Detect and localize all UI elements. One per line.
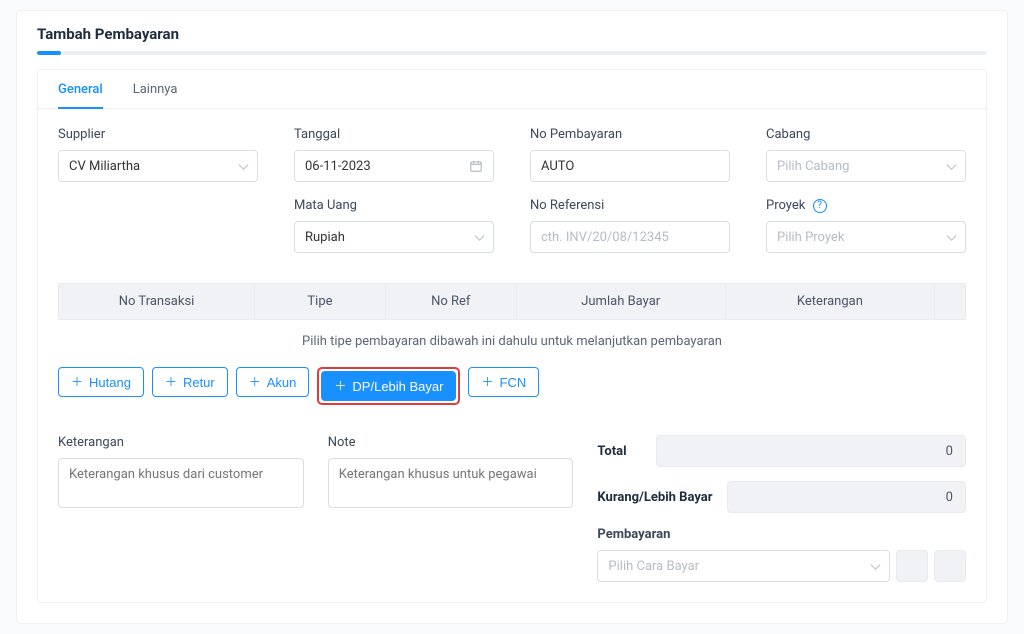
plus-icon: ＋ — [165, 376, 177, 388]
label-note: Note — [328, 435, 574, 450]
plus-icon: ＋ — [334, 380, 346, 392]
page-title: Tambah Pembayaran — [37, 25, 987, 43]
help-icon[interactable]: ? — [813, 199, 827, 213]
table-header: No Transaksi Tipe No Ref Jumlah Bayar Ke… — [58, 283, 966, 320]
label-supplier: Supplier — [58, 127, 258, 142]
label-tanggal: Tanggal — [294, 127, 494, 142]
proyek-select[interactable]: Pilih Proyek — [766, 221, 966, 253]
note-textarea[interactable] — [328, 458, 574, 508]
highlight-ring: ＋DP/Lebih Bayar — [317, 367, 460, 405]
label-cabang: Cabang — [766, 127, 966, 142]
label-no-referensi: No Referensi — [530, 198, 730, 213]
add-hutang-button[interactable]: ＋Hutang — [58, 367, 144, 397]
label-mata-uang: Mata Uang — [294, 198, 494, 213]
table-empty-text: Pilih tipe pembayaran dibawah ini dahulu… — [58, 320, 966, 367]
calendar-icon — [469, 159, 483, 173]
add-dp-button[interactable]: ＋DP/Lebih Bayar — [321, 371, 456, 401]
label-no-pembayaran: No Pembayaran — [530, 127, 730, 142]
label-pembayaran: Pembayaran — [597, 527, 966, 542]
tab-others[interactable]: Lainnya — [133, 70, 178, 109]
mata-uang-select[interactable]: Rupiah — [294, 221, 494, 253]
add-fcn-button[interactable]: ＋FCN — [468, 367, 539, 397]
label-proyek: Proyek ? — [766, 198, 966, 213]
col-jumlah-bayar: Jumlah Bayar — [517, 284, 726, 319]
label-keterangan: Keterangan — [58, 435, 304, 450]
add-retur-button[interactable]: ＋Retur — [152, 367, 228, 397]
progress-bar — [37, 51, 987, 55]
pay-action-2[interactable] — [934, 550, 966, 582]
cara-bayar-select[interactable]: Pilih Cara Bayar — [597, 550, 890, 582]
col-no-ref: No Ref — [386, 284, 517, 319]
date-input[interactable]: 06-11-2023 — [294, 150, 494, 182]
col-tipe: Tipe — [255, 284, 386, 319]
col-keterangan: Keterangan — [726, 284, 935, 319]
plus-icon: ＋ — [249, 376, 261, 388]
no-pembayaran-input[interactable]: AUTO — [530, 150, 730, 182]
cabang-select[interactable]: Pilih Cabang — [766, 150, 966, 182]
tab-general[interactable]: General — [58, 70, 103, 109]
plus-icon: ＋ — [71, 376, 83, 388]
no-referensi-input[interactable]: cth. INV/20/08/12345 — [530, 221, 730, 253]
add-akun-button[interactable]: ＋Akun — [236, 367, 310, 397]
kurang-lebih-value: 0 — [727, 481, 966, 513]
total-value: 0 — [656, 435, 966, 467]
supplier-select[interactable]: CV Miliartha — [58, 150, 258, 182]
keterangan-textarea[interactable] — [58, 458, 304, 508]
col-no-transaksi: No Transaksi — [59, 284, 255, 319]
pay-action-1[interactable] — [896, 550, 928, 582]
plus-icon: ＋ — [481, 376, 493, 388]
label-total: Total — [597, 444, 626, 459]
label-kurang-lebih: Kurang/Lebih Bayar — [597, 490, 712, 505]
tabs: General Lainnya — [38, 70, 986, 109]
